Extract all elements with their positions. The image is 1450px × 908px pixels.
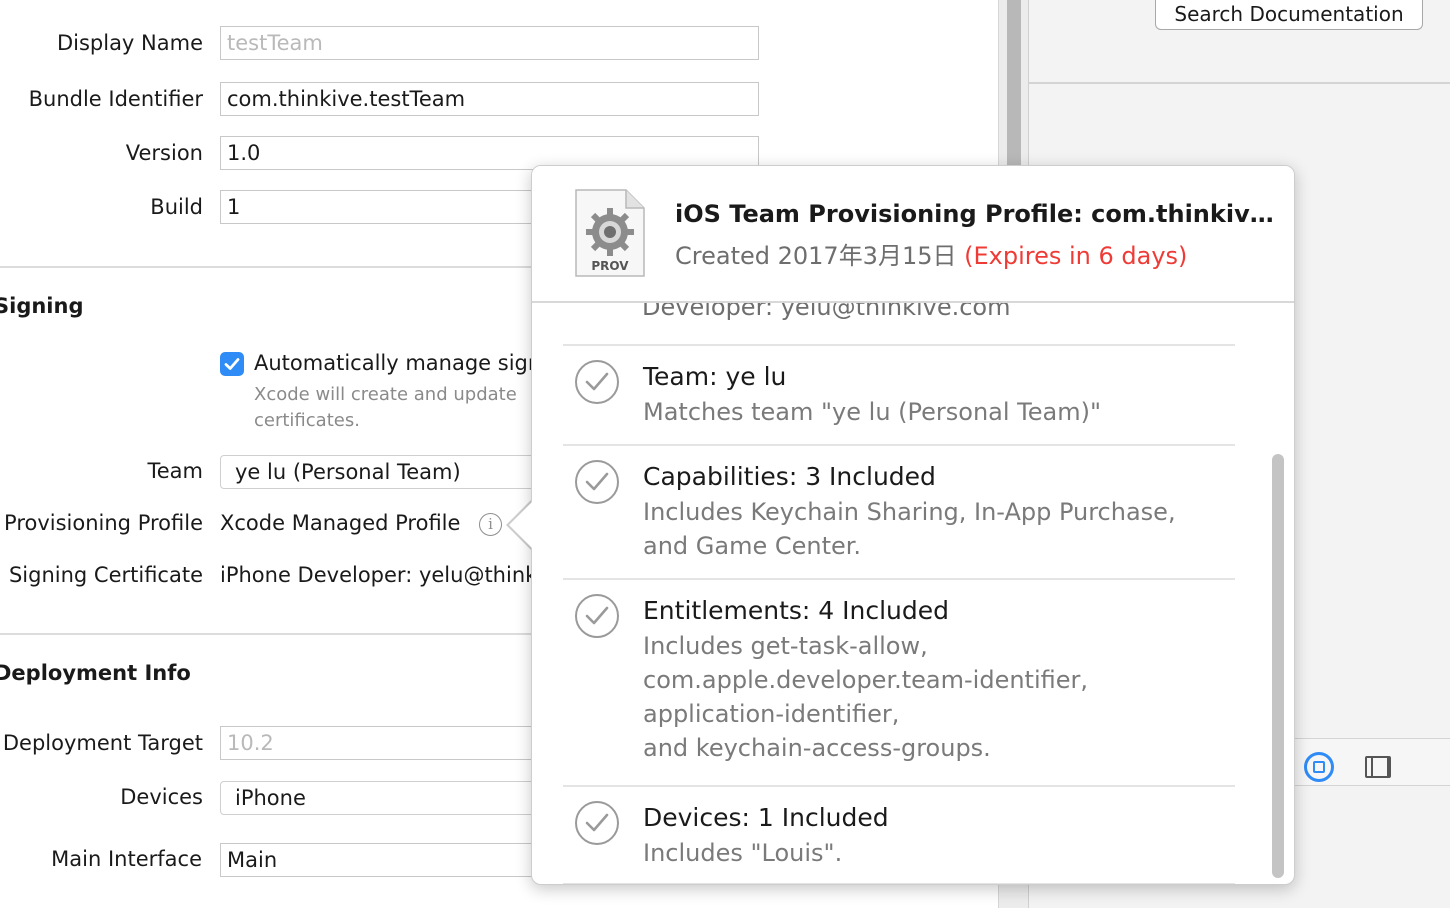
signing-section-title: Signing [0, 294, 84, 318]
popover-details-list[interactable]: Developer: yelu@thinkive.com Team: ye lu… [532, 303, 1294, 884]
detail-row-team: Team: ye lu Matches team "ye lu (Persona… [563, 344, 1235, 444]
popover-arrow-fill [509, 500, 534, 550]
main-interface-field[interactable]: Main [220, 843, 560, 877]
checkmark-circle-icon [575, 801, 619, 845]
devices-label: Devices [120, 785, 203, 809]
main-interface-label: Main Interface [51, 847, 202, 871]
search-documentation-button[interactable]: Search Documentation [1155, 0, 1423, 30]
row-description: com.apple.developer.team-identifier, [643, 666, 1088, 694]
team-label: Team [147, 459, 203, 483]
checkmark-circle-icon [575, 360, 619, 404]
deployment-target-field[interactable]: 10.2 [220, 726, 560, 760]
row-description: application-identifier, [643, 700, 900, 728]
media-library-icon[interactable] [1365, 756, 1391, 778]
row-description: Includes "Louis". [643, 839, 843, 867]
row-description: Includes get-task-allow, [643, 632, 928, 660]
row-description: Matches team "ye lu (Personal Team)" [643, 398, 1102, 426]
auto-manage-signing-label: Automatically manage sign [254, 351, 542, 375]
bundle-identifier-field[interactable]: com.thinkive.testTeam [220, 82, 759, 116]
profile-expiry-warning: (Expires in 6 days) [964, 242, 1188, 270]
checkmark-circle-icon [575, 594, 619, 638]
checkmark-circle-icon [575, 460, 619, 504]
display-name-label: Display Name [56, 31, 203, 55]
prov-icon-label: PROV [591, 259, 629, 273]
provisioning-profile-value: Xcode Managed Profile [220, 511, 461, 535]
version-label: Version [125, 141, 203, 165]
provisioning-profile-label: Provisioning Profile [4, 511, 203, 535]
signing-certificate-value: iPhone Developer: yelu@think [220, 563, 538, 587]
signing-certificate-label: Signing Certificate [8, 563, 203, 587]
info-icon[interactable]: i [479, 513, 502, 536]
auto-manage-signing-checkbox[interactable] [220, 352, 244, 376]
detail-row-entitlements: Entitlements: 4 Included Includes get-ta… [563, 578, 1235, 785]
row-description: and keychain-access-groups. [643, 734, 991, 762]
popover-scrollbar-thumb[interactable] [1272, 454, 1284, 878]
team-popup[interactable]: ye lu (Personal Team) [220, 455, 560, 489]
checkbox-checked-icon [224, 358, 240, 370]
popover-header: PROV iOS Team Provisioning Profile: com.… [532, 166, 1294, 303]
deployment-target-label: Deployment Target [2, 731, 203, 755]
auto-manage-help-line-2: certificates. [254, 410, 360, 431]
panel-divider [1029, 82, 1450, 84]
prov-file-icon: PROV [575, 189, 645, 277]
provisioning-profile-popover: PROV iOS Team Provisioning Profile: com.… [531, 165, 1295, 885]
row-title: Capabilities: 3 Included [643, 462, 936, 491]
certificate-detail-partial: Developer: yelu@thinkive.com [642, 303, 1011, 321]
profile-created-line: Created 2017年3月15日 (Expires in 6 days) [675, 236, 1187, 271]
row-title: Devices: 1 Included [643, 803, 889, 832]
detail-row-devices: Devices: 1 Included Includes "Louis". [563, 785, 1235, 884]
auto-manage-help-line-1: Xcode will create and update [254, 384, 517, 405]
row-description: and Game Center. [643, 532, 862, 560]
build-label: Build [150, 195, 203, 219]
devices-popup[interactable]: iPhone [220, 781, 560, 815]
object-library-icon[interactable] [1304, 752, 1334, 782]
detail-row-capabilities: Capabilities: 3 Included Includes Keycha… [563, 444, 1235, 578]
display-name-field[interactable]: testTeam [220, 26, 759, 60]
profile-title: iOS Team Provisioning Profile: com.think… [675, 200, 1275, 228]
row-description: Includes Keychain Sharing, In-App Purcha… [643, 498, 1176, 526]
row-title: Entitlements: 4 Included [643, 596, 950, 625]
scrollbar-thumb[interactable] [1007, 0, 1021, 165]
row-title: Team: ye lu [643, 362, 787, 391]
bundle-identifier-label: Bundle Identifier [28, 87, 203, 111]
profile-created-date: Created 2017年3月15日 [675, 242, 965, 270]
deployment-section-title: Deployment Info [0, 661, 191, 685]
